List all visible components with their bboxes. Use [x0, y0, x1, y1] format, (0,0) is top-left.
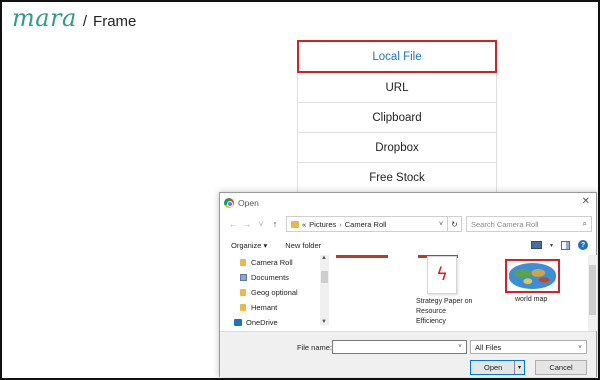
cancel-button[interactable]: Cancel — [535, 360, 587, 375]
new-folder-button[interactable]: New folder — [285, 241, 321, 250]
close-icon[interactable]: ✕ — [582, 196, 590, 207]
up-arrow-icon[interactable]: ↑ — [268, 219, 282, 229]
navigation-pane: Camera Roll Documents Geog optional Hema… — [232, 255, 329, 331]
folder-icon — [240, 304, 246, 311]
file-world-map[interactable]: world map — [505, 259, 565, 305]
dialog-toolbar: Organize ▾ New folder ▾ ? — [220, 235, 596, 255]
app-header: mara / Frame — [12, 4, 136, 32]
folder-icon — [240, 259, 246, 266]
preview-pane-icon[interactable] — [561, 240, 570, 250]
open-split-dropdown-icon[interactable]: ▾ — [514, 361, 524, 374]
source-clipboard[interactable]: Clipboard — [297, 103, 497, 133]
image-thumbnail — [505, 259, 560, 293]
breadcrumb-separator: / — [82, 13, 88, 30]
search-placeholder: Search Camera Roll — [471, 219, 539, 229]
nav-item-label: Documents — [251, 273, 289, 282]
path-pictures[interactable]: Pictures — [309, 220, 336, 229]
file-type-select[interactable]: All Files ˅ — [470, 340, 587, 354]
dialog-titlebar: Open ✕ — [220, 193, 596, 213]
nav-item-camera-roll[interactable]: Camera Roll — [232, 255, 324, 270]
folder-icon — [291, 220, 299, 228]
files-scrollbar[interactable] — [588, 255, 597, 331]
view-options-icon[interactable] — [530, 241, 542, 249]
pdf-icon: ϟ — [427, 256, 457, 294]
address-bar[interactable]: « Pictures › Camera Roll ˅ — [286, 216, 448, 232]
dialog-body: Camera Roll Documents Geog optional Hema… — [220, 255, 597, 331]
previous-file-thumbnail — [336, 255, 388, 258]
dialog-title: Open — [238, 198, 259, 208]
chevron-down-icon[interactable]: ˅ — [454, 341, 466, 353]
back-arrow-icon[interactable]: ← — [226, 219, 240, 229]
nav-item-hemant[interactable]: Hemant — [232, 300, 324, 315]
recent-dropdown-icon[interactable]: ˅ — [254, 219, 268, 229]
chevron-down-icon[interactable]: ˅ — [435, 221, 447, 228]
source-dropbox[interactable]: Dropbox — [297, 133, 497, 163]
path-separator-icon: › — [339, 219, 342, 229]
file-type-value: All Files — [475, 342, 502, 352]
source-local-file[interactable]: Local File — [297, 40, 497, 73]
file-name: world map — [515, 296, 548, 303]
file-strategy-paper[interactable]: ϟ Strategy Paper on Resource Efficiency — [416, 256, 476, 327]
file-name-input[interactable]: ˅ — [332, 340, 467, 354]
nav-item-label: Geog optional — [251, 288, 298, 297]
organize-button[interactable]: Organize ▾ — [231, 241, 267, 250]
file-name-label: File name: — [297, 343, 333, 352]
nav-item-geog-optional[interactable]: Geog optional — [232, 285, 324, 300]
nav-item-label: Hemant — [251, 303, 278, 312]
search-input[interactable]: Search Camera Roll ⌕ — [466, 216, 592, 232]
scroll-down-icon[interactable]: ▼ — [321, 319, 327, 325]
files-pane: ϟ Strategy Paper on Resource Efficiency … — [332, 255, 586, 331]
nav-item-documents[interactable]: Documents — [232, 270, 324, 285]
source-menu: Local File URL Clipboard Dropbox Free St… — [297, 40, 497, 193]
open-file-dialog: Open ✕ ← → ˅ ↑ « Pictures › Camera Roll … — [219, 192, 597, 377]
chevron-down-icon[interactable]: ˅ — [574, 342, 586, 354]
source-free-stock[interactable]: Free Stock — [297, 163, 497, 193]
refresh-icon[interactable]: ↻ — [448, 216, 462, 232]
breadcrumb-frame: Frame — [93, 13, 137, 30]
nav-item-label: Camera Roll — [251, 258, 293, 267]
chrome-icon — [224, 198, 234, 208]
scroll-thumb[interactable] — [589, 265, 596, 315]
file-name: Strategy Paper on Resource Efficiency — [416, 298, 473, 325]
help-icon[interactable]: ? — [578, 240, 588, 250]
nav-item-onedrive[interactable]: OneDrive — [232, 315, 324, 330]
dialog-footer: File name: ˅ All Files ˅ Open ▾ Cancel — [220, 331, 596, 377]
open-button[interactable]: Open ▾ — [470, 360, 525, 375]
forward-arrow-icon[interactable]: → — [240, 219, 254, 229]
path-prefix: « — [302, 219, 307, 229]
folder-icon — [240, 289, 246, 296]
onedrive-icon — [234, 319, 242, 326]
open-button-label: Open — [484, 363, 503, 372]
scroll-thumb[interactable] — [321, 271, 328, 283]
address-row: ← → ˅ ↑ « Pictures › Camera Roll ˅ ↻ Sea… — [220, 213, 596, 235]
path-camera-roll[interactable]: Camera Roll — [345, 220, 387, 229]
source-url[interactable]: URL — [297, 73, 497, 103]
world-map-thumbnail — [509, 263, 556, 289]
nav-scrollbar[interactable]: ▲ ▼ — [320, 255, 329, 325]
view-dropdown-icon[interactable]: ▾ — [550, 242, 553, 249]
mara-logo[interactable]: mara — [12, 4, 77, 32]
scroll-up-icon[interactable]: ▲ — [321, 255, 327, 261]
nav-item-label: OneDrive — [246, 318, 278, 327]
search-icon: ⌕ — [582, 219, 587, 228]
documents-icon — [240, 274, 247, 281]
